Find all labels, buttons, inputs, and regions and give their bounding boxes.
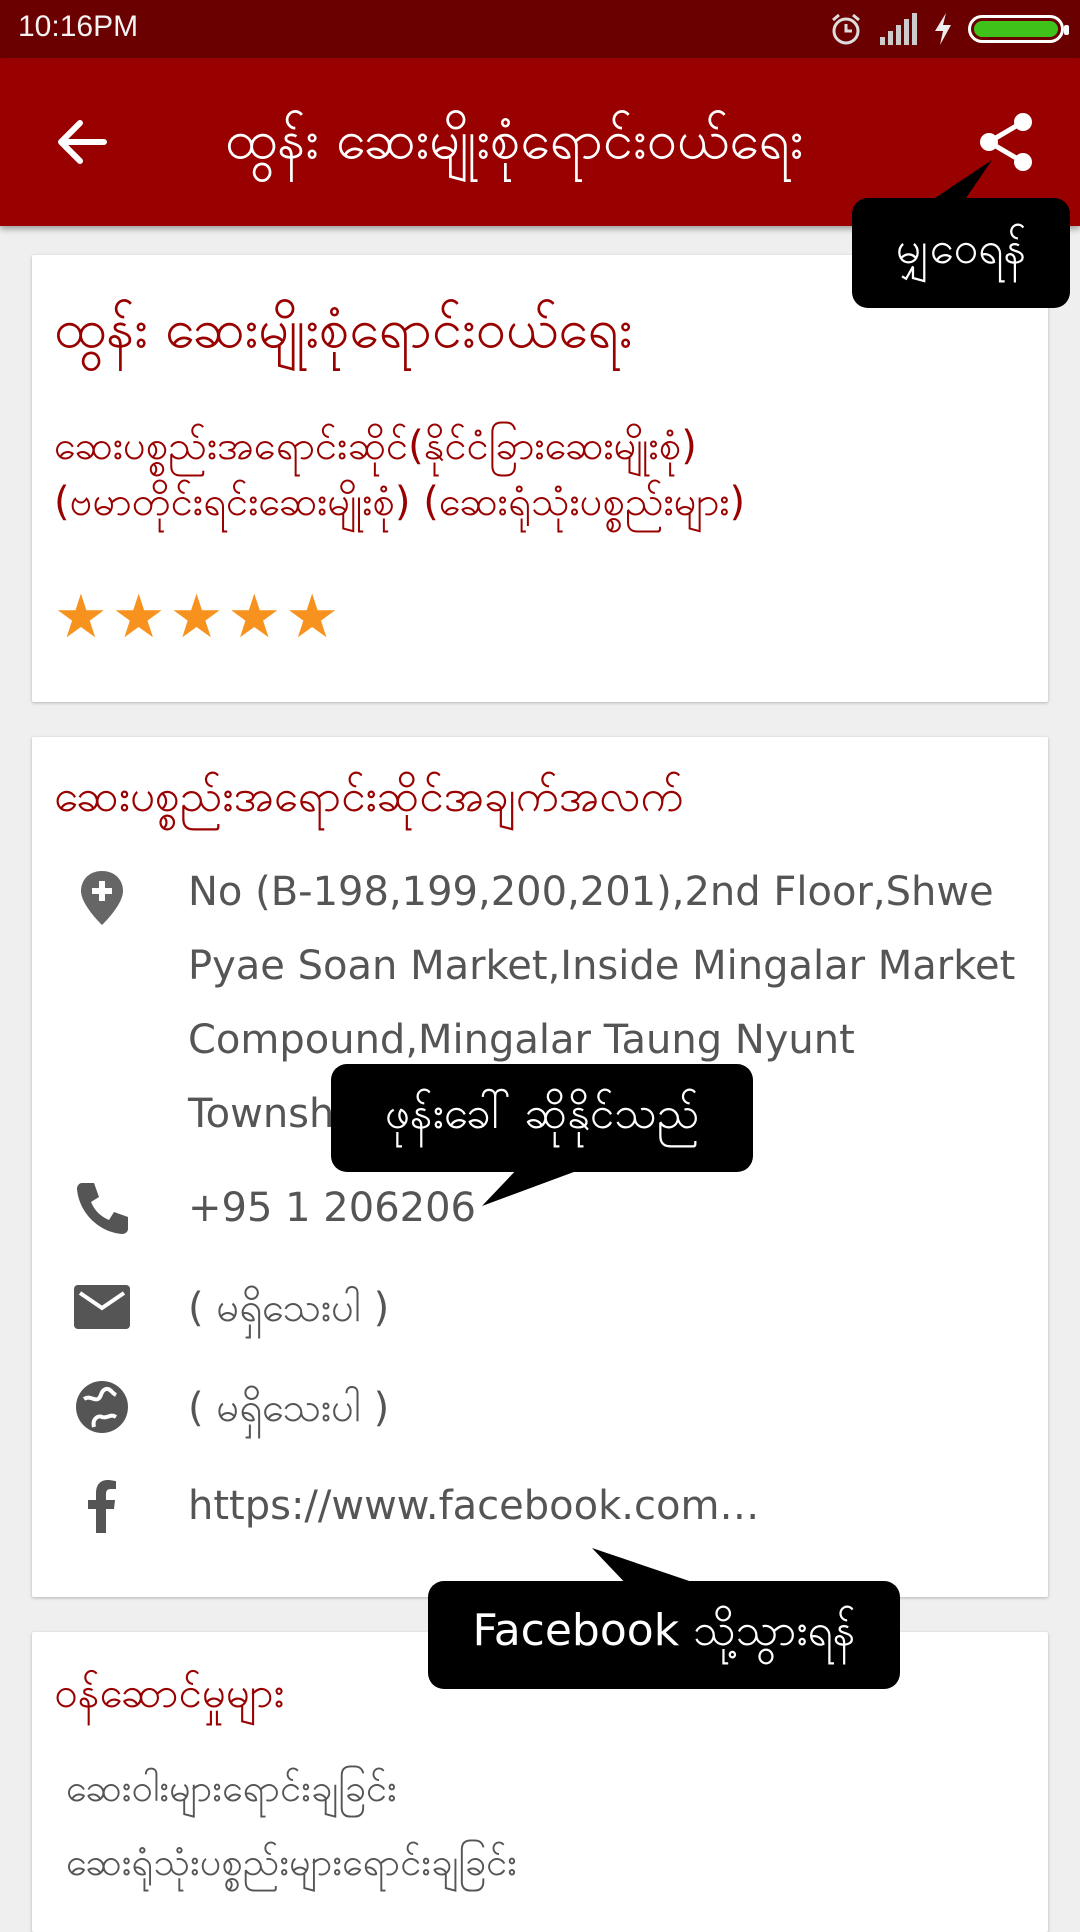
app-bar-title: ထွန်း ဆေးမျိုးစုံရောင်းဝယ်ရေး	[225, 108, 804, 171]
phone-tooltip: ဖုန်းခေါ် ဆိုနိုင်သည်	[331, 1064, 753, 1172]
contact-section-title: ဆေးပစ္စည်းအရောင်းဆိုင်အချက်အလက်	[54, 771, 684, 822]
battery-icon	[968, 15, 1069, 43]
shop-name: ထွန်း ဆေးမျိုးစုံရောင်းဝယ်ရေး	[54, 297, 633, 360]
status-time: 10:16PM	[18, 10, 139, 43]
back-arrow-icon[interactable]	[50, 110, 114, 174]
star-icon: ★	[227, 582, 282, 652]
globe-icon	[76, 1381, 128, 1433]
charging-icon	[935, 13, 951, 45]
status-bar: 10:16PM	[0, 0, 1080, 58]
service-item: ဆေးရုံသုံးပစ္စည်းများရောင်းချခြင်း	[66, 1840, 517, 1884]
service-item: ဆေးဝါးများရောင်းချခြင်း	[66, 1766, 397, 1810]
shop-card: ထွန်း ဆေးမျိုးစုံရောင်းဝယ်ရေး ဆေးပစ္စည်း…	[32, 255, 1048, 702]
facebook-tooltip: Facebook သို့သွားရန်	[428, 1581, 900, 1689]
email-text: ( မရှိသေးပါ )	[188, 1285, 390, 1331]
website-text: ( မရှိသေးပါ )	[188, 1385, 390, 1431]
phone-icon	[77, 1183, 128, 1234]
services-section-title: ဝန်ဆောင်မှုများ	[54, 1668, 285, 1717]
facebook-link[interactable]: https://www.facebook.com…	[188, 1469, 1018, 1543]
star-icon: ★	[54, 582, 108, 652]
rating-stars: ★ ★ ★ ★ ★	[54, 587, 339, 647]
shop-category-line: ဆေးပစ္စည်းအရောင်းဆိုင်(နိုင်ငံခြားဆေးမျိ…	[54, 423, 697, 469]
share-tooltip: မျှဝေရန်	[852, 198, 1070, 308]
alarm-icon	[832, 13, 860, 45]
status-icons	[828, 10, 1069, 48]
phone-tooltip-tail	[482, 1166, 590, 1206]
shop-categories: ဆေးပစ္စည်းအရောင်းဆိုင်(နိုင်ငံခြားဆေးမျိ…	[54, 418, 745, 530]
star-icon: ★	[111, 582, 166, 652]
location-pin-icon	[81, 871, 123, 925]
email-icon	[74, 1285, 130, 1329]
star-icon: ★	[169, 582, 224, 652]
signal-icon	[880, 13, 917, 45]
facebook-icon	[88, 1480, 116, 1533]
phone-number[interactable]: +95 1 206206	[188, 1171, 1018, 1245]
star-icon: ★	[285, 582, 339, 652]
shop-category-line: (ဗမာတိုင်းရင်းဆေးမျိုးစုံ) (ဆေးရုံသုံးပစ…	[54, 479, 746, 525]
